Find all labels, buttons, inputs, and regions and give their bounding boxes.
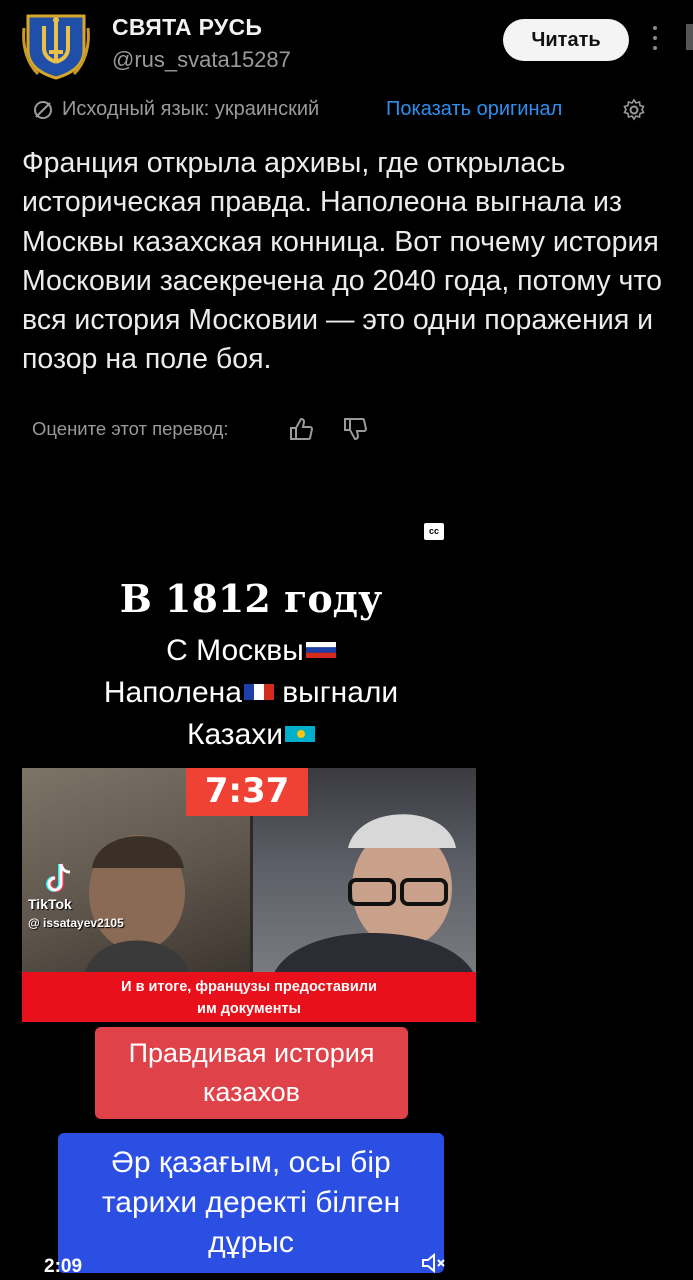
russia-flag-icon	[305, 642, 336, 658]
show-original-link[interactable]: Показать оригинал	[386, 98, 562, 121]
rate-translation-label: Оцените этот перевод:	[32, 418, 229, 439]
tiktok-icon	[46, 863, 71, 892]
trident-coat-of-arms-icon[interactable]	[22, 8, 90, 80]
tweet-page: СВЯТА РУСЬ @rus_svata15287 Читать Исходн…	[0, 0, 693, 1280]
video-frame[interactable]: 7:37 TikTok @ issatayev2105 И в итоге, ф…	[22, 768, 476, 1022]
author-handle[interactable]: @rus_svata15287	[112, 47, 291, 73]
france-flag-icon	[243, 684, 274, 700]
closed-captions-button[interactable]: cc	[424, 523, 444, 540]
video-title: В 1812 году	[119, 576, 383, 621]
translate-icon	[34, 101, 52, 119]
author-name[interactable]: СВЯТА РУСЬ	[112, 14, 262, 41]
video-line-3: Казахи	[0, 718, 502, 752]
speaker-muted-icon[interactable]	[420, 1252, 446, 1274]
kazakhstan-flag-icon	[285, 726, 316, 742]
gear-icon[interactable]	[622, 98, 646, 122]
video-caption-bar: И в итоге, французы предоставили им доку…	[22, 972, 476, 1022]
tiktok-username: @ issatayev2105	[28, 916, 124, 930]
post-body: Франция открыла архивы, где открылась ис…	[22, 147, 662, 376]
thumbs-up-icon[interactable]	[288, 416, 314, 442]
blue-caption-bubble: Әр қазағым, осы бір тарихи деректі білге…	[58, 1133, 444, 1273]
more-vertical-icon[interactable]	[650, 26, 660, 54]
tiktok-watermark: TikTok	[28, 896, 72, 912]
translation-bar: Исходный язык: украинский Показать ориги…	[32, 96, 672, 126]
video-timer-overlay: 7:37	[186, 768, 308, 816]
read-button[interactable]: Читать	[503, 19, 629, 61]
edge-handle	[686, 24, 693, 50]
thumbs-down-icon[interactable]	[342, 416, 368, 442]
video-elapsed-time: 2:09	[44, 1256, 83, 1277]
post-header: СВЯТА РУСЬ @rus_svata15287 Читать	[0, 0, 693, 95]
red-caption-bubble: Правдивая история казахов	[95, 1027, 408, 1119]
video-line-2: Наполена выгнали	[103, 676, 399, 709]
source-language-label: Исходный язык: украинский	[62, 98, 320, 120]
video-line-1: С Москвы	[0, 634, 502, 668]
